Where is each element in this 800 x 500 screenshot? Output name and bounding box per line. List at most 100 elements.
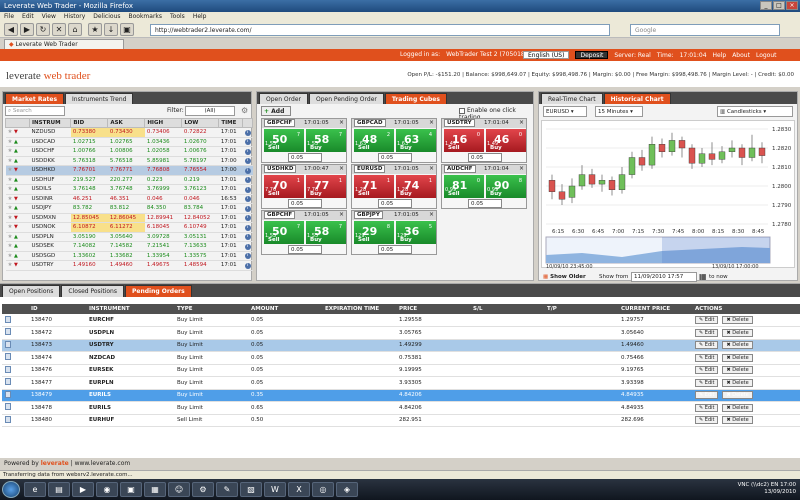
bid-cell[interactable]: 7.14082: [70, 241, 108, 252]
market-search-input[interactable]: ⌕ Search: [5, 106, 65, 116]
buy-price-button[interactable]: 1.55 58 7 Buy: [306, 129, 346, 152]
close-icon[interactable]: ×: [339, 165, 344, 172]
ask-cell[interactable]: 3.05640: [107, 232, 145, 242]
bid-cell[interactable]: 83.782: [70, 203, 108, 214]
menu-item-help[interactable]: Help: [193, 13, 207, 20]
info-icon[interactable]: i: [244, 139, 251, 146]
menu-item-edit[interactable]: Edit: [22, 13, 34, 20]
edit-button[interactable]: ✎ Edit: [695, 391, 719, 400]
show-from-input[interactable]: 11/09/2010 17:57: [631, 272, 697, 282]
price-chart[interactable]: 1.2830 1.2820 1.2810 1.2800 1.2790 1.2780 6:15…: [541, 120, 795, 270]
ask-cell[interactable]: 83.812: [107, 203, 145, 214]
download-icon[interactable]: ↓: [104, 23, 118, 36]
cube-symbol-select[interactable]: GBPCHF: [264, 211, 296, 219]
tab-open-pending-order[interactable]: Open Pending Order: [308, 93, 384, 104]
info-icon[interactable]: i: [244, 262, 251, 269]
market-row[interactable]: ★ ▲ USDILS 3.76148 3.76748 3.76999 3.76123 17:…: [5, 184, 253, 195]
market-col-bid[interactable]: BID: [70, 118, 109, 128]
deposit-button[interactable]: Deposit: [575, 51, 609, 59]
tray-clock[interactable]: 17:00: [780, 482, 796, 488]
menu-item-view[interactable]: View: [42, 13, 56, 20]
cube-symbol-select[interactable]: GBPJPY: [354, 211, 383, 219]
delete-button[interactable]: ✖ Delete: [722, 366, 753, 375]
edit-button[interactable]: ✎ Edit: [695, 316, 719, 324]
pending-col-expiration[interactable]: EXPIRATION TIME: [322, 304, 396, 314]
bid-cell[interactable]: 1.49160: [70, 260, 108, 271]
checkbox-icon[interactable]: [459, 107, 465, 114]
info-icon[interactable]: i: [244, 196, 251, 203]
info-icon[interactable]: i: [244, 234, 251, 241]
buy-price-button[interactable]: 1.63 63 4 Buy: [396, 129, 436, 152]
ask-cell[interactable]: 6.11272: [107, 222, 145, 233]
market-row[interactable]: ★ ▲ USDDKK 5.76318 5.76518 5.85981 5.78197 17:…: [5, 156, 253, 166]
taskbar-folder-icon[interactable]: ▤: [48, 482, 70, 497]
table-row[interactable]: 138474 NZDCAD Buy Limit 0.05 0.75381 0.75466 ✎…: [2, 351, 800, 365]
bid-cell[interactable]: 6.10872: [70, 222, 108, 233]
bid-cell[interactable]: 3.76148: [70, 184, 108, 195]
home-button[interactable]: ⌂: [68, 23, 82, 36]
settings-gear-icon[interactable]: ⚙: [241, 106, 248, 115]
info-icon[interactable]: i: [244, 205, 251, 212]
edit-button[interactable]: ✎ Edit: [695, 353, 719, 362]
pending-col-sl[interactable]: S/L: [470, 304, 544, 314]
cube-symbol-select[interactable]: USDTRY: [444, 119, 475, 127]
cube-amount-input[interactable]: 0.05: [468, 153, 502, 162]
taskbar-paint-icon[interactable]: ✎: [216, 482, 238, 497]
cube-symbol-select[interactable]: USDHKD: [264, 165, 297, 173]
taskbar-app-icon[interactable]: ▦: [144, 482, 166, 497]
market-row[interactable]: ★ ▼ USDTRY 1.49160 1.49460 1.49675 1.48594 17:…: [5, 260, 253, 271]
cube-amount-input[interactable]: 0.05: [378, 245, 412, 254]
sell-price-button[interactable]: 129. 29 8 Sell: [354, 221, 394, 244]
language-select[interactable]: English (US): [523, 51, 570, 59]
search-input[interactable]: Google: [630, 24, 780, 36]
ask-cell[interactable]: 7.76771: [107, 165, 145, 176]
addon-icon[interactable]: ▣: [120, 23, 134, 36]
tab-instruments-trend[interactable]: Instruments Trend: [65, 93, 134, 104]
tray-vnc[interactable]: VNC (\\dc2): [738, 482, 769, 488]
tab-trading-cubes[interactable]: Trading Cubes: [384, 93, 447, 104]
pending-col-id[interactable]: ID: [28, 304, 86, 314]
taskbar-settings-icon[interactable]: ⚙: [192, 482, 214, 497]
cube-amount-input[interactable]: 0.05: [378, 199, 412, 208]
market-row[interactable]: ★ ▼ USDMXN 12.85045 12.86045 12.89941 12.8405…: [5, 213, 253, 223]
menu-item-delicious[interactable]: Delicious: [93, 13, 120, 20]
address-bar[interactable]: http://webtrader2.leverate.com/: [150, 24, 610, 36]
info-icon[interactable]: i: [244, 158, 251, 165]
delete-button[interactable]: ✖ Delete: [722, 403, 753, 412]
about-link[interactable]: About: [732, 52, 750, 59]
market-row[interactable]: ★ ▲ USDPLN 3.05190 3.05640 3.09728 3.05131 17:…: [5, 232, 253, 242]
sell-price-button[interactable]: 0.99 81 0 Sell: [444, 175, 484, 198]
cube-symbol-select[interactable]: AUDCHF: [444, 165, 476, 173]
bid-cell[interactable]: 3.05190: [70, 232, 108, 242]
bid-cell[interactable]: 1.00766: [70, 146, 108, 157]
buy-price-button[interactable]: 1.49 46 0 Buy: [486, 129, 526, 152]
ask-cell[interactable]: 220.277: [107, 175, 145, 185]
menu-item-tools[interactable]: Tools: [170, 13, 185, 20]
sell-price-button[interactable]: 1.55 50 7 Sell: [264, 221, 304, 244]
start-button[interactable]: [2, 481, 20, 498]
ask-cell[interactable]: 1.33682: [107, 251, 145, 261]
cube-amount-input[interactable]: 0.05: [288, 245, 322, 254]
buy-price-button[interactable]: 1.28 74 1 Buy: [396, 175, 436, 198]
pending-col-type[interactable]: TYPE: [174, 304, 248, 314]
taskbar-word-icon[interactable]: W: [264, 482, 286, 497]
taskbar-firefox-icon[interactable]: ◉: [96, 482, 118, 497]
market-row[interactable]: ★ ▲ USDHUF 219.527 220.277 0.223 0.219 17:01 i: [5, 175, 253, 185]
delete-button[interactable]: ✖ Delete: [722, 378, 753, 387]
sell-price-button[interactable]: 1.49 16 0 Sell: [444, 129, 484, 152]
delete-button[interactable]: ✖ Delete: [722, 341, 753, 350]
tray-language[interactable]: EN: [771, 482, 779, 488]
edit-button[interactable]: ✎ Edit: [695, 416, 719, 425]
ask-cell[interactable]: 7.14582: [107, 241, 145, 252]
pending-col-price[interactable]: PRICE: [396, 304, 470, 314]
ask-cell[interactable]: 0.73430: [107, 127, 145, 138]
ask-cell[interactable]: 1.00806: [107, 146, 145, 157]
info-icon[interactable]: i: [244, 253, 251, 260]
tab-open-positions[interactable]: Open Positions: [2, 285, 61, 297]
edit-button[interactable]: ✎ Edit: [695, 403, 719, 412]
sell-price-button[interactable]: 1.55 50 7 Sell: [264, 129, 304, 152]
back-button[interactable]: ◀: [4, 23, 18, 36]
tab-closed-positions[interactable]: Closed Positions: [61, 285, 124, 297]
close-icon[interactable]: ×: [429, 165, 434, 172]
logout-link[interactable]: Logout: [756, 52, 777, 59]
